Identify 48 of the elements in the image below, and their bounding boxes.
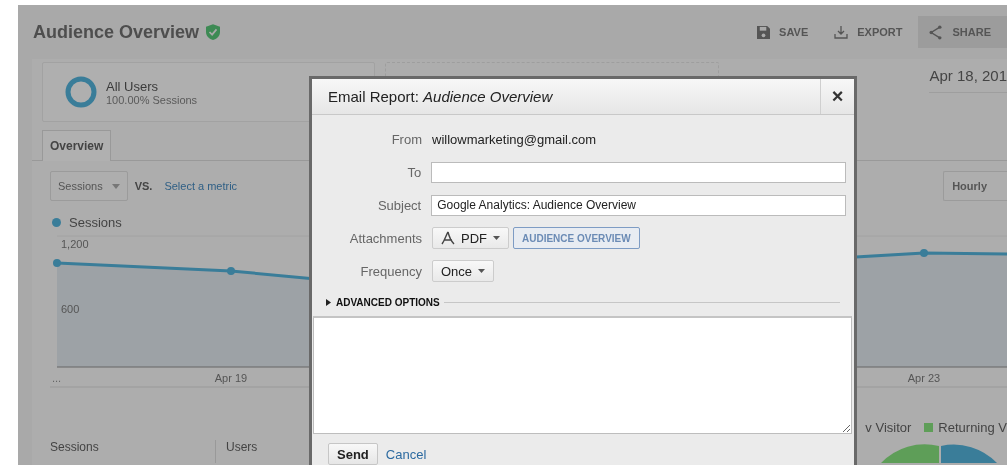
attachment-tag[interactable]: AUDIENCE OVERVIEW xyxy=(513,227,640,249)
select-metric-link[interactable]: Select a metric xyxy=(164,180,238,192)
share-icon xyxy=(928,24,944,40)
verified-shield-icon xyxy=(206,24,221,40)
interval-button[interactable]: Hourly xyxy=(943,171,1007,201)
field-label: To xyxy=(406,164,422,180)
stat-label: Users xyxy=(215,440,258,463)
metric-dropdown[interactable]: Sessions xyxy=(50,171,128,201)
axis-label: 600 xyxy=(61,303,80,315)
input-field[interactable] xyxy=(431,161,846,183)
axis-label: Apr 19 xyxy=(214,372,248,384)
caret-icon xyxy=(478,269,486,273)
legend-dot-icon xyxy=(52,218,61,227)
toolbar-button[interactable]: SAVE xyxy=(747,16,819,48)
field-label: Attachments xyxy=(348,230,422,246)
donut-icon xyxy=(65,76,97,108)
send-button[interactable]: Send xyxy=(328,443,378,465)
vs-label: VS. xyxy=(134,180,153,192)
axis-label: ... xyxy=(52,372,62,384)
field-label: Subject xyxy=(376,197,422,213)
axis-label: Apr 23 xyxy=(907,372,941,384)
legend-label: Sessions xyxy=(69,215,122,230)
segment-name: All Users xyxy=(106,78,159,94)
page-title: Audience Overview xyxy=(33,21,200,43)
data-point xyxy=(227,267,235,275)
close-button[interactable]: × xyxy=(820,79,854,114)
axis-label: 1,200 xyxy=(61,238,89,250)
segment-detail: 100.00% Sessions xyxy=(106,93,198,106)
tab[interactable]: Overview xyxy=(42,130,112,161)
toolbar-button[interactable]: SHARE xyxy=(918,16,1007,48)
format-dropdown[interactable]: PDF xyxy=(432,227,509,249)
stat-label: Sessions xyxy=(50,440,100,456)
frequency-dropdown[interactable]: Once xyxy=(432,260,495,282)
sender-address: willowmarketing@gmail.com xyxy=(432,131,597,147)
download-icon xyxy=(834,25,849,39)
cancel-link[interactable]: Cancel xyxy=(385,446,427,462)
message-field[interactable] xyxy=(313,316,852,434)
caret-icon xyxy=(493,236,500,240)
legend-label: Returning V xyxy=(938,420,1007,435)
field-label: Frequency xyxy=(359,263,422,279)
triangle-icon xyxy=(326,298,331,306)
toolbar-button[interactable]: EXPORT xyxy=(824,16,913,48)
field-label: From xyxy=(390,131,422,147)
advanced-options-toggle[interactable]: ADVANCED OPTIONS xyxy=(326,296,440,308)
legend-label: v Visitor xyxy=(865,420,912,435)
date-range[interactable]: Apr 18, 201 xyxy=(929,62,1007,93)
input-field[interactable]: Google Analytics: Audience Overview xyxy=(431,194,846,216)
caret-icon xyxy=(111,183,120,189)
